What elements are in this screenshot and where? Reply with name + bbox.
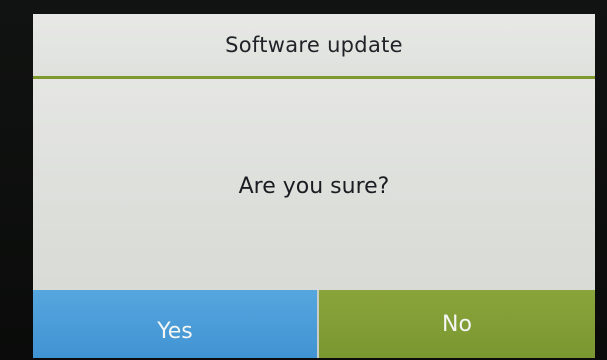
yes-button-label: Yes xyxy=(157,318,193,344)
device-bezel: Software update Are you sure? Yes No xyxy=(0,0,607,360)
dialog-title-bar: Software update xyxy=(33,14,595,79)
dialog-button-row: Yes No xyxy=(33,290,595,358)
no-button-label: No xyxy=(442,311,472,337)
dialog-body: Are you sure? xyxy=(33,79,595,307)
dialog-title: Software update xyxy=(225,33,403,57)
yes-button[interactable]: Yes xyxy=(33,290,317,358)
confirmation-message: Are you sure? xyxy=(238,173,390,199)
no-button[interactable]: No xyxy=(319,290,595,358)
touch-screen: Software update Are you sure? Yes No xyxy=(33,14,595,358)
